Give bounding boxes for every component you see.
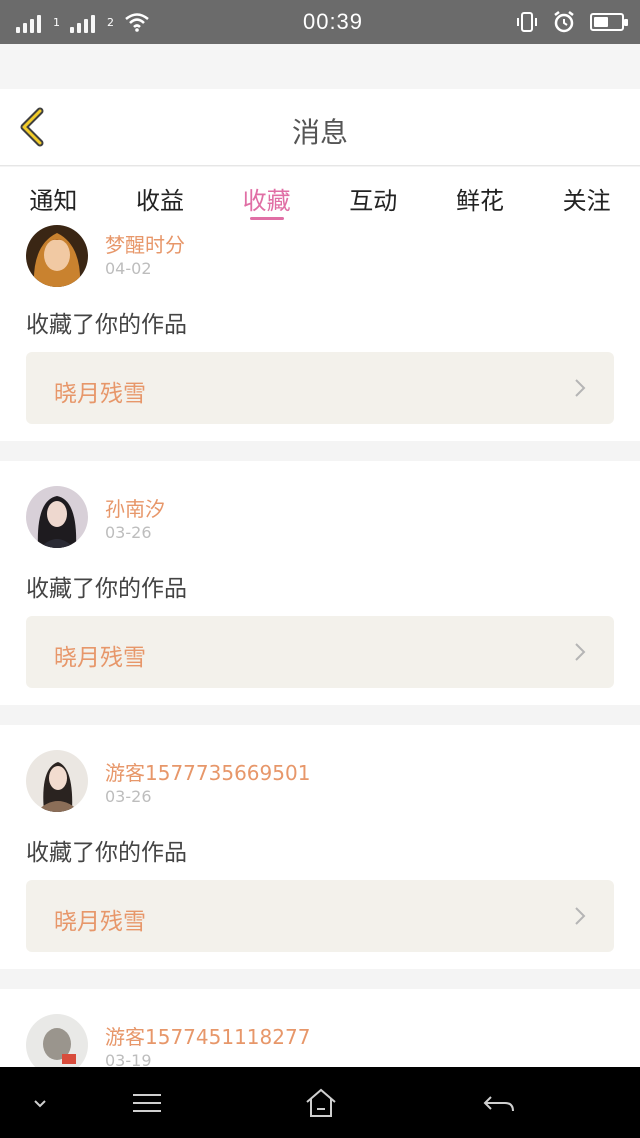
- work-title: 晓月残雪: [54, 645, 146, 671]
- clock-time: 00:39: [302, 9, 364, 34]
- list-item: 梦醒时分 04-02 收藏了你的作品 晓月残雪: [0, 225, 640, 441]
- timestamp: 03-26: [105, 523, 152, 542]
- vibrate-icon: [517, 12, 537, 32]
- menu-icon[interactable]: [127, 1085, 167, 1121]
- nav-header: 消息: [0, 89, 640, 166]
- work-link[interactable]: 晓月残雪: [26, 880, 614, 952]
- top-spacer: [0, 44, 640, 89]
- chevron-right-icon: [575, 907, 586, 925]
- tab-bar: 通知 收益 收藏 互动 鲜花 关注: [0, 167, 640, 225]
- alarm-icon: [554, 11, 574, 33]
- action-text: 收藏了你的作品: [26, 840, 187, 866]
- chevron-right-icon: [575, 643, 586, 661]
- username[interactable]: 梦醒时分: [105, 229, 185, 258]
- timestamp: 03-26: [105, 787, 152, 806]
- list-item: 游客1577735669501 03-26 收藏了你的作品 晓月残雪: [0, 725, 640, 969]
- back-arrow-icon[interactable]: [479, 1085, 519, 1121]
- action-text: 收藏了你的作品: [26, 576, 187, 602]
- chevron-right-icon: [575, 379, 586, 397]
- status-right: [516, 10, 628, 34]
- chevron-down-icon[interactable]: [20, 1085, 60, 1121]
- tab-flowers[interactable]: 鲜花: [427, 167, 533, 216]
- work-link[interactable]: 晓月残雪: [26, 352, 614, 424]
- sim1-label: 1: [53, 15, 60, 29]
- tab-earnings[interactable]: 收益: [107, 167, 213, 216]
- tab-interaction[interactable]: 互动: [320, 167, 426, 216]
- system-nav-bar: [0, 1067, 640, 1138]
- status-bar: 1 2 00:39: [0, 0, 640, 44]
- signal-icon: [70, 11, 95, 33]
- username[interactable]: 孙南汐: [105, 493, 165, 522]
- username[interactable]: 游客1577735669501: [105, 757, 310, 786]
- work-title: 晓月残雪: [54, 381, 146, 407]
- work-title: 晓月残雪: [54, 909, 146, 935]
- page-title: 消息: [291, 116, 348, 149]
- sim2-label: 2: [107, 15, 114, 29]
- wifi-icon: [125, 13, 149, 32]
- tab-notify[interactable]: 通知: [0, 167, 106, 216]
- timestamp: 04-02: [105, 259, 152, 278]
- avatar[interactable]: [26, 750, 88, 812]
- home-icon[interactable]: [301, 1085, 341, 1121]
- username[interactable]: 游客1577451118277: [105, 1021, 310, 1050]
- timestamp: 03-19: [105, 1051, 152, 1067]
- work-link[interactable]: 晓月残雪: [26, 616, 614, 688]
- tab-favorites[interactable]: 收藏: [214, 167, 320, 220]
- avatar[interactable]: [26, 486, 88, 548]
- status-left: 1 2: [16, 11, 150, 33]
- signal-icon: [16, 11, 41, 33]
- tab-follow[interactable]: 关注: [534, 167, 640, 216]
- avatar[interactable]: [26, 225, 88, 287]
- list-item: 游客1577451118277 03-19: [0, 989, 640, 1067]
- action-text: 收藏了你的作品: [26, 312, 187, 338]
- battery-icon: [590, 13, 628, 31]
- message-list: 梦醒时分 04-02 收藏了你的作品 晓月残雪 孙南汐 03-26 收藏了你的作…: [0, 225, 640, 1067]
- list-item: 孙南汐 03-26 收藏了你的作品 晓月残雪: [0, 461, 640, 705]
- avatar[interactable]: [26, 1014, 88, 1067]
